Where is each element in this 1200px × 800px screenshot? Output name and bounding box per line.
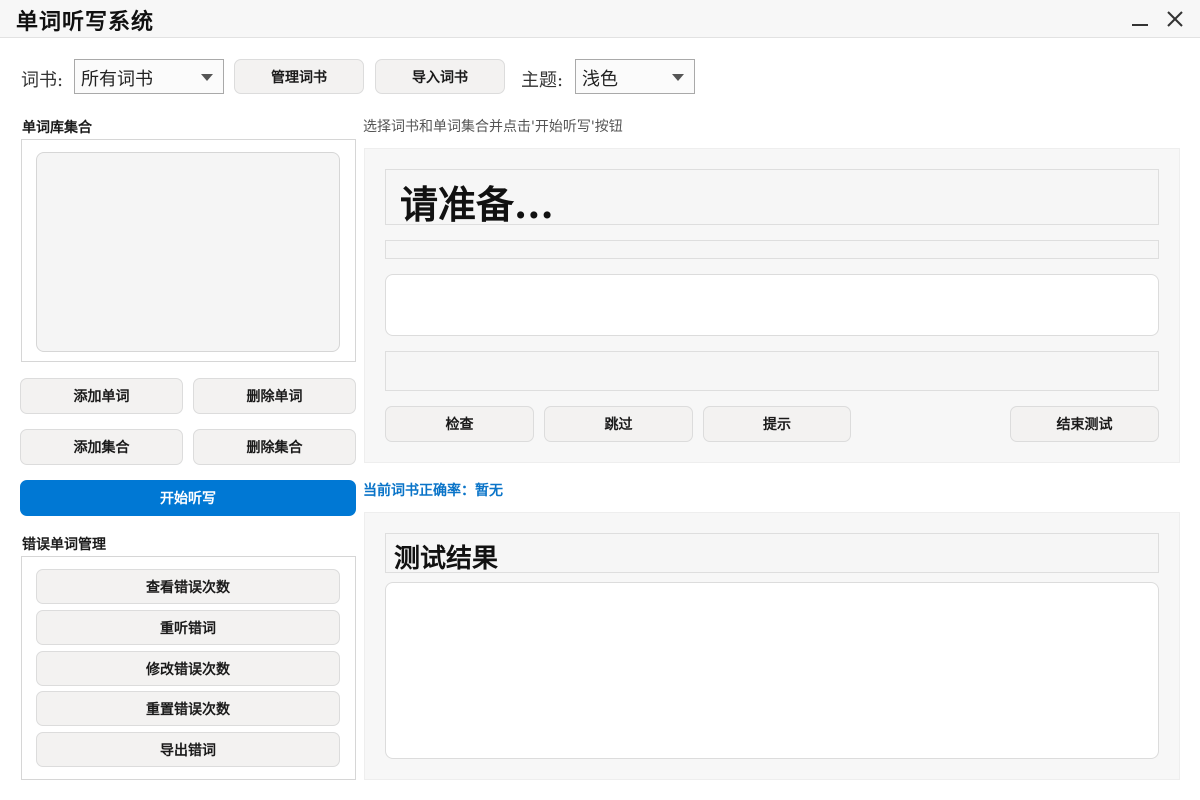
reset-mistake-count-button[interactable]: 重置错误次数 bbox=[36, 691, 340, 726]
progress-bar bbox=[385, 240, 1159, 259]
app-title: 单词听写系统 bbox=[16, 9, 155, 35]
view-mistake-count-button[interactable]: 查看错误次数 bbox=[36, 569, 340, 604]
results-text-area[interactable] bbox=[385, 582, 1159, 759]
book-select[interactable]: 所有词书 bbox=[74, 59, 224, 94]
manage-books-button[interactable]: 管理词书 bbox=[234, 59, 364, 94]
end-test-button[interactable]: 结束测试 bbox=[1010, 406, 1159, 442]
chevron-down-icon bbox=[201, 74, 213, 81]
word-sets-list[interactable] bbox=[36, 152, 340, 352]
delete-word-button[interactable]: 删除单词 bbox=[193, 378, 356, 414]
theme-select[interactable]: 浅色 bbox=[575, 59, 695, 94]
skip-button[interactable]: 跳过 bbox=[544, 406, 693, 442]
book-select-value: 所有词书 bbox=[81, 69, 153, 90]
word-sets-title: 单词库集合 bbox=[22, 120, 92, 136]
accuracy-text: 当前词书正确率：暂无 bbox=[363, 483, 503, 499]
book-label: 词书: bbox=[21, 70, 64, 91]
minimize-icon bbox=[1132, 24, 1148, 26]
theme-select-value: 浅色 bbox=[582, 69, 618, 90]
mistakes-title: 错误单词管理 bbox=[22, 537, 106, 553]
import-books-button[interactable]: 导入词书 bbox=[375, 59, 505, 94]
edit-mistake-count-button[interactable]: 修改错误次数 bbox=[36, 651, 340, 686]
export-mistakes-button[interactable]: 导出错词 bbox=[36, 732, 340, 767]
delete-set-button[interactable]: 删除集合 bbox=[193, 429, 356, 465]
hint-button[interactable]: 提示 bbox=[703, 406, 851, 442]
word-display: 请准备... bbox=[385, 169, 1159, 227]
add-word-button[interactable]: 添加单词 bbox=[20, 378, 183, 414]
replay-mistakes-button[interactable]: 重听错词 bbox=[36, 610, 340, 645]
feedback-field bbox=[385, 351, 1159, 391]
answer-input[interactable] bbox=[385, 274, 1159, 336]
close-icon bbox=[1167, 11, 1183, 27]
chevron-down-icon bbox=[672, 74, 684, 81]
theme-label: 主题: bbox=[521, 70, 564, 91]
start-dictation-button[interactable]: 开始听写 bbox=[20, 480, 356, 516]
results-title: 测试结果 bbox=[385, 533, 1159, 574]
instruction-text: 选择词书和单词集合并点击'开始听写'按钮 bbox=[363, 119, 623, 135]
add-set-button[interactable]: 添加集合 bbox=[20, 429, 183, 465]
title-bar bbox=[0, 0, 1200, 38]
close-button[interactable] bbox=[1160, 6, 1190, 32]
check-button[interactable]: 检查 bbox=[385, 406, 534, 442]
minimize-button[interactable] bbox=[1125, 6, 1155, 32]
